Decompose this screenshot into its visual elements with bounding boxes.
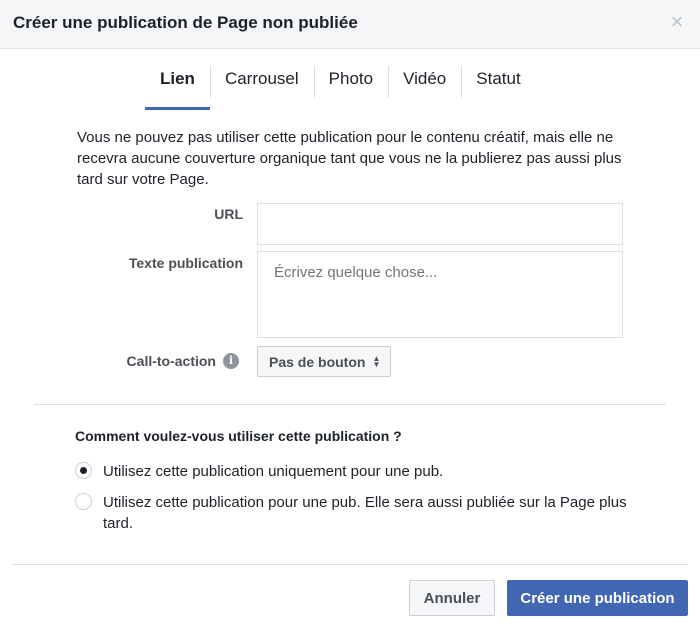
- post-text-input[interactable]: [257, 251, 623, 338]
- cta-label: Call-to-action: [126, 353, 216, 369]
- dialog-title: Créer une publication de Page non publié…: [13, 13, 358, 32]
- tab-photo[interactable]: Photo: [313, 62, 388, 110]
- cta-select[interactable]: Pas de bouton ▲ ▼: [257, 346, 391, 377]
- tab-lien[interactable]: Lien: [145, 62, 210, 110]
- tab-video[interactable]: Vidéo: [388, 62, 461, 110]
- usage-option-ad-and-page[interactable]: Utilisez cette publication pour une pub.…: [75, 492, 635, 534]
- usage-option-label: Utilisez cette publication uniquement po…: [103, 463, 444, 480]
- close-icon[interactable]: ×: [668, 11, 686, 33]
- select-arrows-icon: ▲ ▼: [372, 353, 381, 369]
- usage-question: Comment voulez-vous utiliser cette publi…: [75, 428, 402, 444]
- url-label: URL: [214, 206, 243, 222]
- create-post-button[interactable]: Créer une publication: [507, 580, 688, 616]
- url-input[interactable]: [257, 203, 623, 245]
- radio-button[interactable]: [75, 493, 92, 510]
- dialog-header: Créer une publication de Page non publié…: [0, 0, 700, 49]
- tab-carrousel[interactable]: Carrousel: [209, 62, 314, 110]
- tab-statut[interactable]: Statut: [461, 62, 535, 110]
- footer-divider: [12, 564, 688, 565]
- post-text-label: Texte publication: [128, 255, 243, 271]
- unpublished-notice: Vous ne pouvez pas utiliser cette public…: [77, 129, 622, 188]
- form-divider: [34, 404, 666, 405]
- info-icon[interactable]: i: [223, 353, 239, 369]
- usage-option-label: Utilisez cette publication pour une pub.…: [103, 494, 627, 532]
- cancel-button[interactable]: Annuler: [409, 580, 495, 616]
- usage-option-ad-only[interactable]: Utilisez cette publication uniquement po…: [75, 461, 635, 482]
- radio-button[interactable]: [75, 462, 92, 479]
- post-type-tabs: Lien Carrousel Photo Vidéo Statut: [145, 62, 536, 112]
- create-post-dialog: Créer une publication de Page non publié…: [0, 0, 700, 629]
- cta-select-value: Pas de bouton: [269, 353, 366, 370]
